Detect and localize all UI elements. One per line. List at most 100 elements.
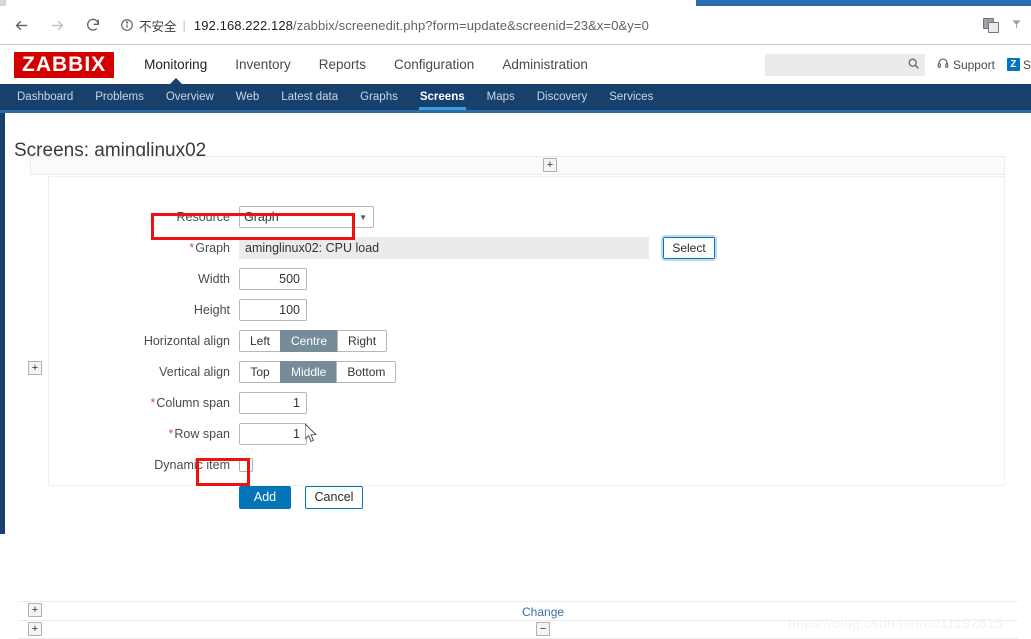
- add-row-button-left[interactable]: +: [28, 361, 42, 375]
- width-label: Width: [198, 271, 230, 286]
- grid-header-row: [30, 156, 1005, 175]
- screen-edit-grid: + + Resource Graph ▼ *Graph aminglinux02…: [18, 156, 1018, 526]
- page-body: Screens: aminglinux02 + + Resource Graph…: [0, 113, 1031, 639]
- graph-label-text: Graph: [195, 240, 230, 255]
- halign-option-right[interactable]: Right: [337, 329, 388, 352]
- vertical-align-label: Vertical align: [159, 364, 230, 379]
- screen-cell-editor: Resource Graph ▼ *Graph aminglinux02: CP…: [48, 176, 1005, 509]
- search-input[interactable]: [764, 54, 900, 75]
- submenu-item-graphs[interactable]: Graphs: [349, 84, 409, 110]
- height-label: Height: [193, 302, 230, 317]
- share-label: S: [1022, 57, 1031, 72]
- zabbix-logo[interactable]: ZABBIX: [14, 51, 115, 78]
- watermark-text: https://blog.csdn.net/u011192615: [788, 615, 1003, 631]
- width-input[interactable]: [239, 267, 307, 290]
- graph-required-marker: *: [189, 240, 195, 255]
- valign-option-bottom[interactable]: Bottom: [336, 360, 397, 383]
- resource-label: Resource: [176, 209, 231, 224]
- halign-option-left[interactable]: Left: [239, 329, 282, 352]
- form-row-resource: Resource Graph ▼: [49, 201, 749, 232]
- search-icon[interactable]: [907, 57, 920, 70]
- form-row-graph: *Graph aminglinux02: CPU load Select: [49, 232, 749, 263]
- vertical-align-group: Top Middle Bottom: [239, 360, 397, 383]
- submenu-item-maps[interactable]: Maps: [476, 84, 526, 110]
- form-row-column-span: *Column span: [49, 387, 749, 418]
- reload-icon[interactable]: [78, 10, 108, 40]
- column-span-label: *Column span: [49, 396, 239, 410]
- column-span-required-marker: *: [150, 395, 156, 410]
- browser-chrome: 不安全 | 192.168.222.128/zabbix/screenedit.…: [0, 0, 1031, 45]
- form-row-width: Width: [49, 263, 749, 294]
- browser-menu-icon[interactable]: [1011, 18, 1025, 33]
- submenu-item-services[interactable]: Services: [598, 84, 664, 110]
- nav-item-inventory[interactable]: Inventory: [221, 45, 305, 84]
- share-link[interactable]: Z S: [1006, 57, 1031, 72]
- row-span-label: *Row span: [49, 427, 239, 441]
- graph-value-field[interactable]: aminglinux02: CPU load: [239, 236, 649, 259]
- add-column-button-top[interactable]: +: [543, 158, 557, 172]
- form-row-height: Height: [49, 294, 749, 325]
- security-status-label: 不安全: [139, 19, 177, 34]
- url-host: 192.168.222.128: [193, 17, 294, 33]
- submenu-item-latest-data[interactable]: Latest data: [270, 84, 349, 110]
- horizontal-align-label: Horizontal align: [143, 333, 230, 348]
- nav-item-configuration[interactable]: Configuration: [380, 45, 488, 84]
- info-circle-icon[interactable]: [120, 18, 134, 32]
- back-arrow-icon[interactable]: [6, 10, 36, 40]
- address-bar[interactable]: 不安全 | 192.168.222.128/zabbix/screenedit.…: [120, 12, 971, 38]
- url-path: /zabbix/screenedit.php?form=update&scree…: [293, 17, 649, 33]
- change-link[interactable]: Change: [522, 605, 564, 619]
- dynamic-item-label: Dynamic item: [154, 457, 230, 472]
- resource-select[interactable]: Graph: [239, 205, 374, 228]
- global-search[interactable]: [764, 53, 925, 76]
- support-link[interactable]: Support: [937, 57, 995, 72]
- add-row-button-bottom-1[interactable]: +: [28, 603, 42, 617]
- submenu-item-screens[interactable]: Screens: [409, 84, 476, 110]
- horizontal-align-group: Left Centre Right: [239, 329, 388, 352]
- form-row-actions: Add Cancel: [49, 480, 749, 514]
- height-input[interactable]: [239, 298, 307, 321]
- browser-toolbar: 不安全 | 192.168.222.128/zabbix/screenedit.…: [0, 6, 1031, 45]
- row-span-input[interactable]: [239, 422, 307, 445]
- form-row-dynamic-item: Dynamic item: [49, 449, 749, 480]
- nav-item-monitoring[interactable]: Monitoring: [130, 45, 221, 84]
- primary-navigation: Monitoring Inventory Reports Configurati…: [130, 45, 602, 84]
- submenu-item-dashboard[interactable]: Dashboard: [6, 84, 84, 110]
- screen-element-form: Resource Graph ▼ *Graph aminglinux02: CP…: [49, 201, 749, 514]
- row-span-required-marker: *: [168, 426, 174, 441]
- valign-option-middle[interactable]: Middle: [280, 360, 338, 383]
- forward-arrow-icon: [42, 10, 72, 40]
- secondary-navigation: Dashboard Problems Overview Web Latest d…: [0, 84, 1031, 110]
- header-right-tools: Support Z S: [764, 45, 1031, 84]
- extension-icon[interactable]: [981, 15, 1003, 35]
- graph-label: *Graph: [49, 241, 239, 255]
- zabbix-share-badge: Z: [1006, 58, 1020, 71]
- add-button[interactable]: Add: [239, 485, 291, 509]
- valign-option-top[interactable]: Top: [239, 360, 281, 383]
- remove-column-button[interactable]: −: [536, 622, 550, 636]
- nav-item-administration[interactable]: Administration: [488, 45, 602, 84]
- form-row-vertical-align: Vertical align Top Middle Bottom: [49, 356, 749, 387]
- graph-select-button[interactable]: Select: [661, 234, 717, 261]
- left-edge-rail: [0, 113, 5, 534]
- add-row-button-bottom-2[interactable]: +: [28, 622, 42, 636]
- url-text: 192.168.222.128/zabbix/screenedit.php?fo…: [194, 18, 649, 33]
- halign-option-centre[interactable]: Centre: [280, 329, 339, 352]
- row-span-label-text: Row span: [174, 426, 230, 441]
- column-span-label-text: Column span: [156, 395, 230, 410]
- submenu-item-overview[interactable]: Overview: [155, 84, 225, 110]
- mouse-cursor: [304, 422, 318, 443]
- omnibox-separator: |: [182, 17, 186, 33]
- form-row-row-span: *Row span: [49, 418, 749, 449]
- column-span-input[interactable]: [239, 391, 307, 414]
- support-label: Support: [952, 57, 995, 72]
- headset-icon: [937, 57, 949, 72]
- dynamic-item-checkbox[interactable]: [239, 457, 253, 472]
- nav-item-reports[interactable]: Reports: [305, 45, 380, 84]
- submenu-item-discovery[interactable]: Discovery: [526, 84, 598, 110]
- zabbix-header: ZABBIX Monitoring Inventory Reports Conf…: [0, 45, 1031, 84]
- submenu-item-web[interactable]: Web: [225, 84, 270, 110]
- cancel-button[interactable]: Cancel: [305, 485, 363, 509]
- form-row-horizontal-align: Horizontal align Left Centre Right: [49, 325, 749, 356]
- submenu-item-problems[interactable]: Problems: [84, 84, 155, 110]
